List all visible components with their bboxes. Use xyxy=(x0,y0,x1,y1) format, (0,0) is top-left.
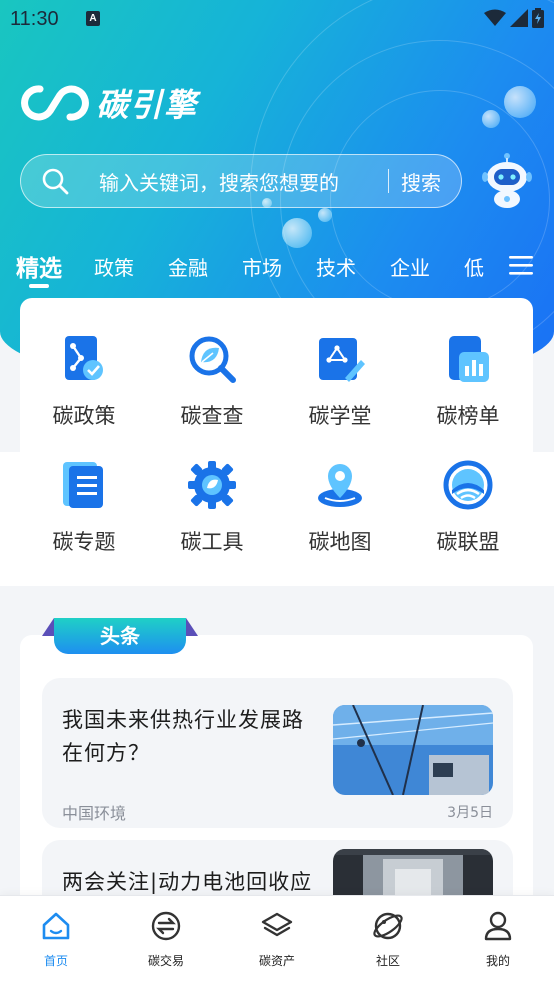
nav-label: 首页 xyxy=(43,954,68,968)
category-tabs: 精选 政策 金融 市场 技术 企业 低 xyxy=(0,246,554,292)
brand-logo: 碳引擎 xyxy=(20,80,198,126)
feature-label: 碳地图 xyxy=(308,530,372,554)
profile-icon xyxy=(484,911,512,941)
tab-featured[interactable]: 精选 xyxy=(16,249,62,283)
article-title: 我国未来供热行业发展路在何方？ xyxy=(62,708,304,765)
status-bar: 11:30 A xyxy=(0,0,554,38)
alliance-icon xyxy=(443,460,493,510)
feature-label: 碳工具 xyxy=(180,530,244,554)
nav-home[interactable]: 首页 xyxy=(11,910,101,969)
feature-carbon-academy[interactable]: 碳学堂 xyxy=(276,334,404,430)
nav-profile[interactable]: 我的 xyxy=(453,910,543,969)
decor-bubble xyxy=(504,86,536,118)
status-time: 11:30 xyxy=(10,8,59,30)
search-button[interactable]: 搜索 xyxy=(389,167,461,196)
nav-label: 碳交易 xyxy=(147,954,184,968)
tools-gear-icon xyxy=(188,461,236,509)
home-icon xyxy=(42,912,70,940)
tab-technology[interactable]: 技术 xyxy=(316,252,356,281)
feature-label: 碳学堂 xyxy=(308,404,372,428)
exchange-icon xyxy=(151,911,181,941)
feature-label: 碳政策 xyxy=(52,404,116,428)
tab-low-carbon[interactable]: 低 xyxy=(464,252,484,281)
search-icon xyxy=(42,168,69,195)
feature-carbon-lookup[interactable]: 碳查查 xyxy=(148,334,276,430)
brand-name: 碳引擎 xyxy=(96,86,199,124)
feature-carbon-topics[interactable]: 碳专题 xyxy=(20,460,148,556)
feature-label: 碳联盟 xyxy=(436,530,500,554)
tab-market[interactable]: 市场 xyxy=(242,252,282,281)
infinity-logo-icon xyxy=(21,85,89,121)
feature-label: 碳专题 xyxy=(52,530,116,554)
nav-community[interactable]: 社区 xyxy=(343,910,433,969)
nav-label: 社区 xyxy=(375,954,400,968)
feature-carbon-policy[interactable]: 碳政策 xyxy=(20,334,148,430)
headlines-tag: 头条 xyxy=(42,618,198,654)
article-thumbnail xyxy=(333,705,493,795)
feature-carbon-tools[interactable]: 碳工具 xyxy=(148,460,276,556)
nav-carbon-assets[interactable]: 碳资产 xyxy=(232,910,322,969)
feature-label: 碳查查 xyxy=(180,404,244,428)
nav-label: 我的 xyxy=(485,954,510,968)
feature-label: 碳榜单 xyxy=(436,404,500,428)
news-article[interactable]: 我国未来供热行业发展路在何方？ 中国环境 3月5日 xyxy=(42,678,513,828)
nav-carbon-trade[interactable]: 碳交易 xyxy=(121,910,211,969)
decor-bubble xyxy=(482,110,500,128)
signal-icon xyxy=(510,9,528,27)
tab-policy[interactable]: 政策 xyxy=(94,252,134,281)
menu-icon[interactable] xyxy=(509,254,533,276)
headlines-tag-label: 头条 xyxy=(54,618,186,654)
planet-icon xyxy=(373,912,403,940)
robot-assistant-icon[interactable] xyxy=(482,152,532,208)
bottom-navigation: 首页 碳交易 碳资产 社区 我的 xyxy=(0,895,554,984)
wifi-icon xyxy=(484,9,506,26)
search-bar[interactable]: 输入关键词，搜索您想要的 搜索 xyxy=(20,154,462,208)
tab-enterprise[interactable]: 企业 xyxy=(390,252,430,281)
layers-icon xyxy=(261,912,293,937)
active-tab-indicator xyxy=(29,284,49,288)
ranking-icon xyxy=(449,336,489,382)
decor-bubble xyxy=(318,208,332,222)
feature-carbon-map[interactable]: 碳地图 xyxy=(276,460,404,556)
classroom-icon xyxy=(319,338,365,382)
feature-carbon-alliance[interactable]: 碳联盟 xyxy=(404,460,532,556)
tab-finance[interactable]: 金融 xyxy=(168,252,208,281)
notification-badge: A xyxy=(86,11,100,26)
search-leaf-icon xyxy=(189,336,236,383)
nav-label: 碳资产 xyxy=(258,954,295,968)
topic-icon xyxy=(63,462,103,508)
decor-bubble xyxy=(282,218,312,248)
feature-carbon-ranking[interactable]: 碳榜单 xyxy=(404,334,532,430)
article-source: 中国环境 xyxy=(62,804,127,823)
battery-icon xyxy=(532,8,544,28)
policy-icon xyxy=(65,336,103,380)
article-date: 3月5日 xyxy=(447,805,493,821)
search-input[interactable]: 输入关键词，搜索您想要的 xyxy=(99,167,388,196)
map-pin-icon xyxy=(318,464,362,507)
